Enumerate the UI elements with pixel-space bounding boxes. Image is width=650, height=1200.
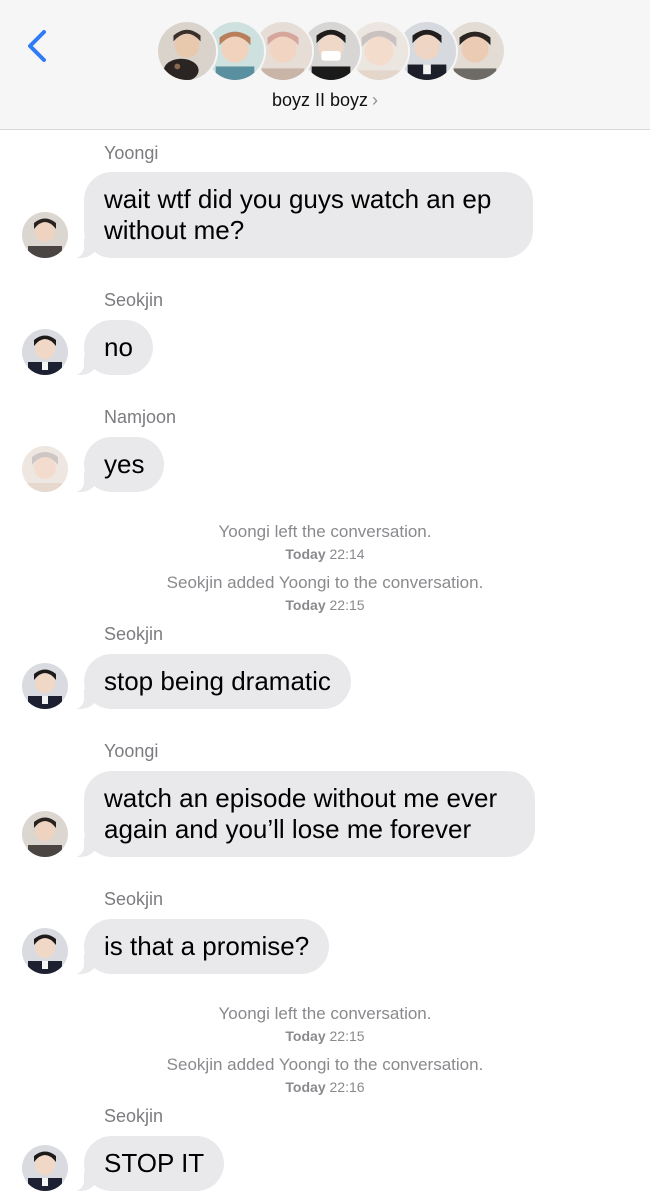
chat-header: boyz II boyz › [0,0,650,130]
message-text: yes [104,449,145,479]
message-bubble[interactable]: wait wtf did you guys watch an ep withou… [74,172,533,258]
sender-name: Seokjin [104,290,164,310]
message-bubble[interactable]: yes [73,437,165,492]
message-text-line: without me? [104,215,245,245]
message-text: is that a promise? [104,931,310,961]
system-notice: Yoongi left the conversation. [218,522,432,541]
avatar-yoongi[interactable] [22,212,68,258]
chevron-left-icon[interactable] [22,28,52,64]
sender-name: Namjoon [104,407,177,427]
message-text: stop being dramatic [104,666,331,696]
avatar-seokjin[interactable] [22,1145,68,1191]
sender-name: Seokjin [104,889,164,909]
timestamp: Today 22:14 [285,546,365,562]
conversation-title[interactable]: boyz II boyz › [0,90,650,111]
group-name: boyz II boyz [271,90,369,110]
timestamp: Today 22:15 [285,1028,365,1044]
avatar-seokjin[interactable] [22,928,68,974]
sender-name: Seokjin [104,624,164,644]
timestamp: Today 22:15 [285,597,365,613]
avatar-seokjin[interactable] [22,663,68,709]
sender-name: Seokjin [104,1106,164,1126]
message-text-line: again and you’ll lose me forever [104,814,472,844]
message-text: STOP IT [104,1148,205,1178]
system-notice: Yoongi left the conversation. [218,1004,432,1023]
message-text-line: watch an episode without me ever [104,783,498,813]
avatar [156,20,218,82]
system-notice: Seokjin added Yoongi to the conversation… [166,1055,484,1074]
chevron-right-icon: › [372,90,379,110]
sender-name: Yoongi [104,741,159,761]
avatar-yoongi[interactable] [22,811,68,857]
message-bubble[interactable]: watch an episode without me ever again a… [74,771,535,857]
avatar-seokjin[interactable] [22,329,68,375]
message-bubble[interactable]: no [74,320,153,375]
message-text-line: wait wtf did you guys watch an ep [104,184,492,214]
message-bubble[interactable]: STOP IT [73,1136,225,1191]
system-notice: Seokjin added Yoongi to the conversation… [166,573,484,592]
message-bubble[interactable]: is that a promise? [73,919,330,974]
group-avatars[interactable] [156,20,506,84]
avatar-namjoon[interactable] [22,446,68,492]
timestamp: Today 22:16 [285,1079,365,1095]
sender-name: Yoongi [104,143,159,163]
message-bubble[interactable]: stop being dramatic [74,654,351,709]
message-text: no [104,332,133,362]
